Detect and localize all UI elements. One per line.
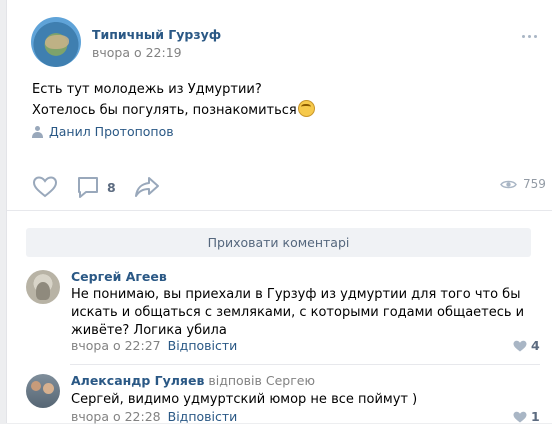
comment-meta: вчора о 22:27 Відповісти	[71, 338, 237, 353]
comment-time[interactable]: вчора о 22:28	[71, 409, 161, 424]
reply-button[interactable]: Відповісти	[168, 338, 238, 353]
comment-likes: 1	[531, 409, 540, 424]
views-count: 759	[523, 177, 546, 191]
comments-count: 8	[107, 179, 116, 195]
hide-comments-button[interactable]: Приховати коментарі	[26, 228, 531, 257]
post-text-line1: Есть тут молодежь из Удмуртии?	[32, 82, 262, 97]
post-signer[interactable]: Данил Протопопов	[32, 124, 174, 139]
reply-to-label[interactable]: відповів Сергею	[208, 373, 315, 388]
commenter-avatar[interactable]	[26, 270, 60, 304]
comment-text: Сергей, видимо удмуртский юмор не все по…	[71, 392, 418, 407]
reply-button[interactable]: Відповісти	[168, 409, 238, 424]
more-icon[interactable]	[522, 31, 544, 41]
commenter-avatar[interactable]	[26, 374, 60, 408]
post-text: Есть тут молодежь из Удмуртии? Хотелось …	[32, 80, 315, 121]
comment-author[interactable]: Сергей Агеев	[71, 269, 167, 284]
views-counter: 759	[500, 177, 546, 191]
heart-icon	[32, 176, 58, 198]
comment-button[interactable]: 8	[76, 175, 116, 199]
like-button[interactable]	[32, 175, 58, 199]
comment-likes: 4	[531, 338, 540, 353]
group-name-link[interactable]: Типичный Гурзуф	[92, 27, 221, 42]
comment-like-button[interactable]: 4	[513, 338, 540, 353]
comment-text: Не понимаю, вы приехали в Гурзуф из удму…	[71, 287, 525, 338]
share-button[interactable]	[134, 176, 160, 198]
comment-author-line: Александр Гуляев відповів Сергею	[71, 373, 315, 388]
post-actions: 8	[32, 175, 178, 199]
signer-name[interactable]: Данил Протопопов	[49, 124, 174, 139]
person-icon	[32, 125, 43, 138]
smile-emoji-icon	[297, 100, 315, 117]
group-avatar[interactable]	[31, 17, 81, 67]
comment-time[interactable]: вчора о 22:27	[71, 338, 161, 353]
post-card: Типичный Гурзуф вчора о 22:19 Есть тут м…	[6, 0, 552, 424]
comment-meta: вчора о 22:28 Відповісти	[71, 409, 237, 424]
share-icon	[134, 177, 159, 197]
heart-icon	[513, 411, 527, 422]
post-text-line2: Хотелось бы погулять, познакомиться	[32, 103, 297, 118]
comment-author[interactable]: Александр Гуляев	[71, 373, 204, 388]
comment-divider	[70, 364, 540, 365]
heart-icon	[513, 340, 527, 351]
eye-icon	[500, 180, 517, 188]
comment-icon	[78, 177, 98, 198]
comment-like-button[interactable]: 1	[513, 409, 540, 424]
post-timestamp[interactable]: вчора о 22:19	[92, 45, 182, 60]
divider	[7, 210, 552, 211]
